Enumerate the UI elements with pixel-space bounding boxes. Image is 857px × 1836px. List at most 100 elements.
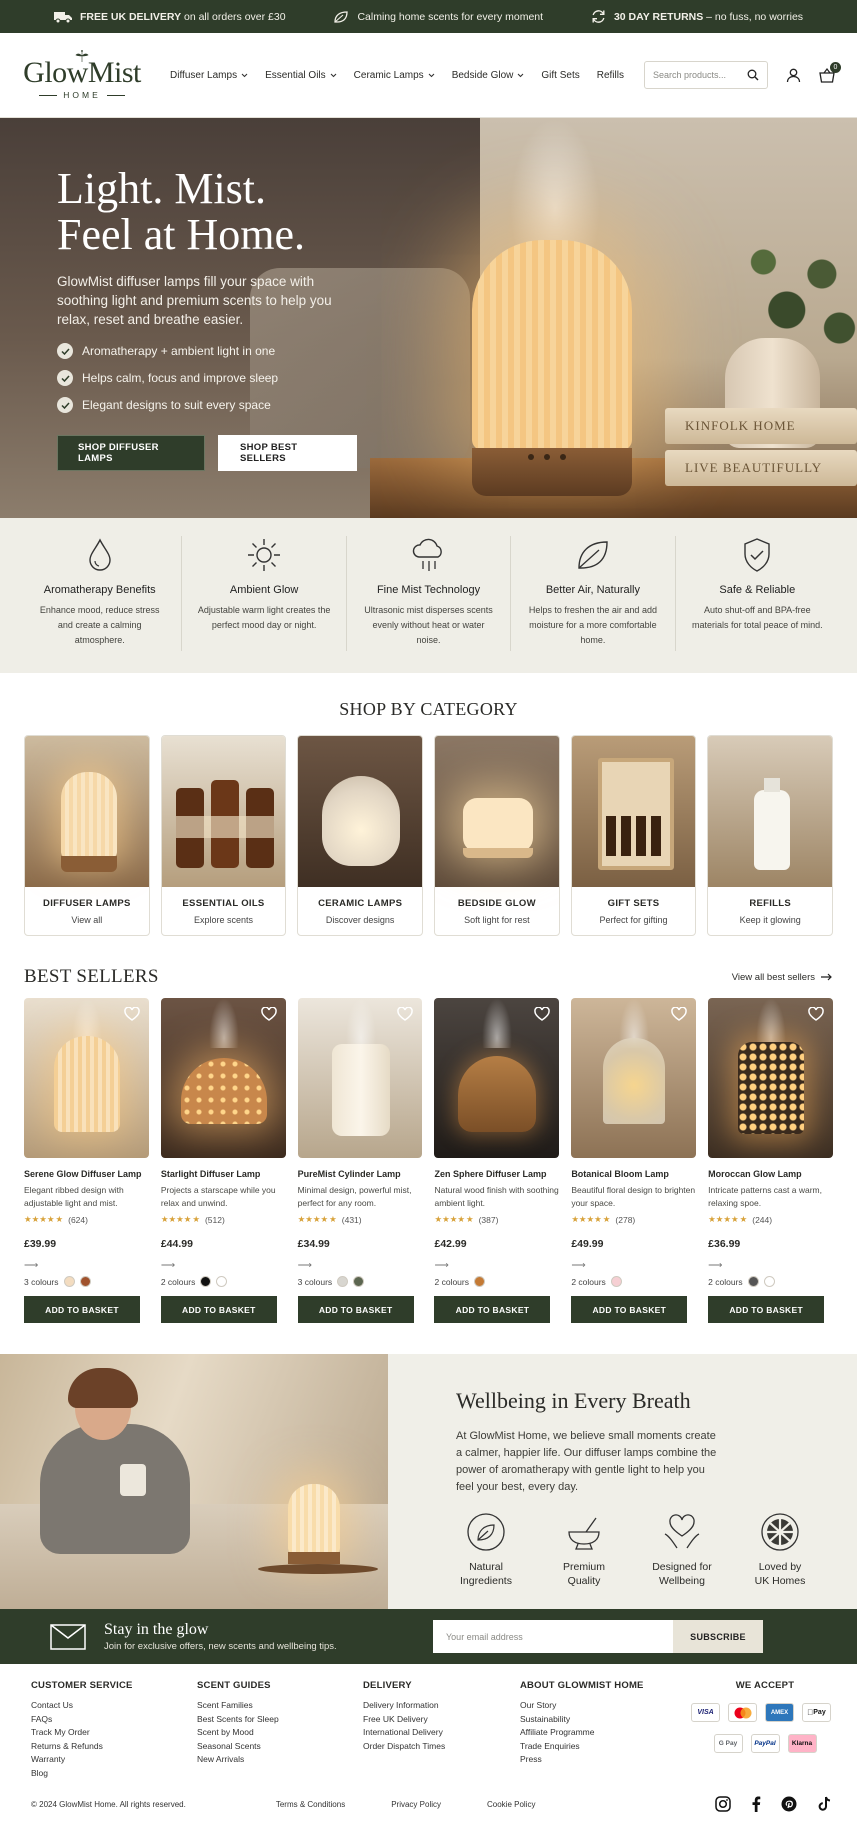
terms-link[interactable]: Terms & Conditions <box>276 1800 345 1809</box>
footer-link-new-arrivals[interactable]: New Arrivals <box>197 1753 363 1767</box>
cookie-link[interactable]: Cookie Policy <box>487 1800 535 1809</box>
product-card-moroccan-glow-lamp[interactable]: Moroccan Glow Lamp Intricate patterns ca… <box>708 998 833 1323</box>
account-button[interactable] <box>786 68 801 83</box>
mortar-icon <box>568 1517 600 1550</box>
copyright: © 2024 GlowMist Home. All rights reserve… <box>31 1799 186 1809</box>
product-card-zen-sphere-diffuser-lamp[interactable]: Zen Sphere Diffuser Lamp Natural wood fi… <box>434 998 560 1323</box>
product-name[interactable]: Botanical Bloom Lamp <box>571 1169 696 1179</box>
review-count: (624) <box>68 1214 88 1225</box>
product-name[interactable]: Serene Glow Diffuser Lamp <box>24 1169 149 1179</box>
wishlist-heart-icon[interactable] <box>671 1007 687 1021</box>
footer-column-scent-guides: SCENT GUIDES Scent Families Best Scents fo… <box>197 1680 363 1780</box>
footer-link-returns-refunds[interactable]: Returns & Refunds <box>31 1740 197 1754</box>
shop-diffuser-lamps-button[interactable]: SHOP DIFFUSER LAMPS <box>57 435 205 471</box>
pinterest-icon[interactable] <box>781 1796 797 1812</box>
nav-diffuser-lamps[interactable]: Diffuser Lamps <box>170 70 248 81</box>
add-to-basket-button[interactable]: ADD TO BASKET <box>297 1296 414 1323</box>
product-image[interactable] <box>708 998 833 1158</box>
add-to-basket-button[interactable]: ADD TO BASKET <box>160 1296 277 1323</box>
add-to-basket-button[interactable]: ADD TO BASKET <box>571 1296 688 1323</box>
add-to-basket-button[interactable]: ADD TO BASKET <box>24 1296 140 1323</box>
features-strip: Aromatherapy Benefits Enhance mood, redu… <box>0 518 857 673</box>
product-card-serene-glow-diffuser-lamp[interactable]: Serene Glow Diffuser Lamp Elegant ribbed… <box>24 998 149 1323</box>
product-name[interactable]: PureMist Cylinder Lamp <box>298 1169 423 1179</box>
subscribe-button[interactable]: SUBSCRIBE <box>673 1620 763 1653</box>
product-name[interactable]: Zen Sphere Diffuser Lamp <box>434 1169 559 1179</box>
footer-link-track-my-order[interactable]: Track My Order <box>31 1726 197 1740</box>
product-image[interactable] <box>297 998 423 1158</box>
footer-link-scent-by-mood[interactable]: Scent by Mood <box>197 1726 363 1740</box>
product-image[interactable] <box>571 998 697 1158</box>
wishlist-heart-icon[interactable] <box>260 1007 277 1021</box>
category-bedside-glow[interactable]: BEDSIDE GLOW Soft light for rest <box>434 735 560 936</box>
footer-link-trade-enquiries[interactable]: Trade Enquiries <box>520 1740 686 1754</box>
nav-gift-sets[interactable]: Gift Sets <box>541 70 579 81</box>
wishlist-heart-icon[interactable] <box>397 1007 414 1021</box>
nav-essential-oils[interactable]: Essential Oils <box>265 70 337 81</box>
colour-swatch[interactable] <box>337 1276 349 1287</box>
category-diffuser-lamps[interactable]: DIFFUSER LAMPS View all <box>24 735 150 936</box>
privacy-link[interactable]: Privacy Policy <box>391 1800 441 1809</box>
instagram-icon[interactable] <box>715 1796 731 1812</box>
product-image[interactable] <box>160 998 286 1158</box>
add-to-basket-button[interactable]: ADD TO BASKET <box>708 1296 825 1323</box>
footer-link-free-uk-delivery[interactable]: Free UK Delivery <box>363 1713 520 1727</box>
category-refills[interactable]: REFILLS Keep it glowing <box>707 735 834 936</box>
category-gift-sets[interactable]: GIFT SETS Perfect for gifting <box>570 735 697 936</box>
search-input[interactable]: Search products... <box>644 61 768 89</box>
colour-swatch[interactable] <box>63 1276 75 1287</box>
nav-bedside-glow[interactable]: Bedside Glow <box>452 70 525 81</box>
tiktok-icon[interactable] <box>817 1796 831 1812</box>
wishlist-heart-icon[interactable] <box>124 1007 140 1021</box>
product-card-botanical-bloom-lamp[interactable]: Botanical Bloom Lamp Beautiful floral de… <box>571 998 697 1323</box>
footer-link-delivery-information[interactable]: Delivery Information <box>363 1699 520 1713</box>
product-card-starlight-diffuser-lamp[interactable]: Starlight Diffuser Lamp Projects a stars… <box>160 998 286 1323</box>
colour-swatch[interactable] <box>216 1276 228 1287</box>
logo[interactable]: GlowMist HOME <box>22 50 142 100</box>
colour-swatch[interactable] <box>763 1276 775 1287</box>
wellbeing-body: At GlowMist Home, we believe small momen… <box>456 1430 717 1493</box>
colour-swatch[interactable] <box>200 1276 212 1287</box>
footer-link-faqs[interactable]: FAQs <box>31 1713 197 1727</box>
product-image[interactable] <box>434 998 560 1158</box>
add-to-basket-button[interactable]: ADD TO BASKET <box>434 1296 551 1323</box>
drop-icon <box>89 538 111 571</box>
product-name[interactable]: Starlight Diffuser Lamp <box>161 1169 286 1179</box>
category-essential-oils[interactable]: ESSENTIAL OILS Explore scents <box>160 735 287 936</box>
search-icon[interactable] <box>747 69 759 81</box>
colour-swatch[interactable] <box>473 1276 485 1287</box>
product-name[interactable]: Moroccan Glow Lamp <box>708 1169 833 1179</box>
arrow-icon: ⟶ <box>434 1260 448 1271</box>
wishlist-heart-icon[interactable] <box>534 1007 551 1021</box>
footer-link-international-delivery[interactable]: International Delivery <box>363 1726 520 1740</box>
footer-link-scent-families[interactable]: Scent Families <box>197 1699 363 1713</box>
colour-swatch[interactable] <box>610 1276 622 1287</box>
footer-link-affiliate-programme[interactable]: Affiliate Programme <box>520 1726 686 1740</box>
wishlist-heart-icon[interactable] <box>808 1007 824 1021</box>
footer-link-best-scents-for-sleep[interactable]: Best Scents for Sleep <box>197 1713 363 1727</box>
review-count: (387) <box>478 1214 499 1225</box>
colour-swatch[interactable] <box>353 1276 365 1287</box>
facebook-icon[interactable] <box>751 1796 761 1812</box>
shop-best-sellers-button[interactable]: SHOP BEST SELLERS <box>217 435 357 471</box>
footer-link-sustainability[interactable]: Sustainability <box>520 1713 686 1727</box>
footer-link-seasonal-scents[interactable]: Seasonal Scents <box>197 1740 363 1754</box>
product-image[interactable] <box>24 998 149 1158</box>
colour-swatch[interactable] <box>747 1276 759 1287</box>
basket-button[interactable]: 0 <box>819 61 841 83</box>
product-card-puremist-cylinder-lamp[interactable]: PureMist Cylinder Lamp Minimal design, p… <box>297 998 423 1323</box>
footer-link-our-story[interactable]: Our Story <box>520 1699 686 1713</box>
footer-link-blog[interactable]: Blog <box>31 1767 197 1781</box>
colour-swatch[interactable] <box>79 1276 91 1287</box>
email-field[interactable]: Your email address <box>433 1620 673 1653</box>
footer-link-order-dispatch-times[interactable]: Order Dispatch Times <box>363 1740 520 1754</box>
nav-refills[interactable]: Refills <box>597 70 624 81</box>
footer-link-warranty[interactable]: Warranty <box>31 1753 197 1767</box>
wellbeing-image <box>0 1354 388 1609</box>
category-ceramic-lamps[interactable]: CERAMIC LAMPS Discover designs <box>297 735 424 936</box>
footer-link-press[interactable]: Press <box>520 1753 686 1767</box>
nav-ceramic-lamps[interactable]: Ceramic Lamps <box>354 70 435 81</box>
footer-link-contact-us[interactable]: Contact Us <box>31 1699 197 1713</box>
heart-hands-icon <box>664 1514 700 1549</box>
view-all-best-sellers-link[interactable]: View all best sellers <box>732 972 833 983</box>
